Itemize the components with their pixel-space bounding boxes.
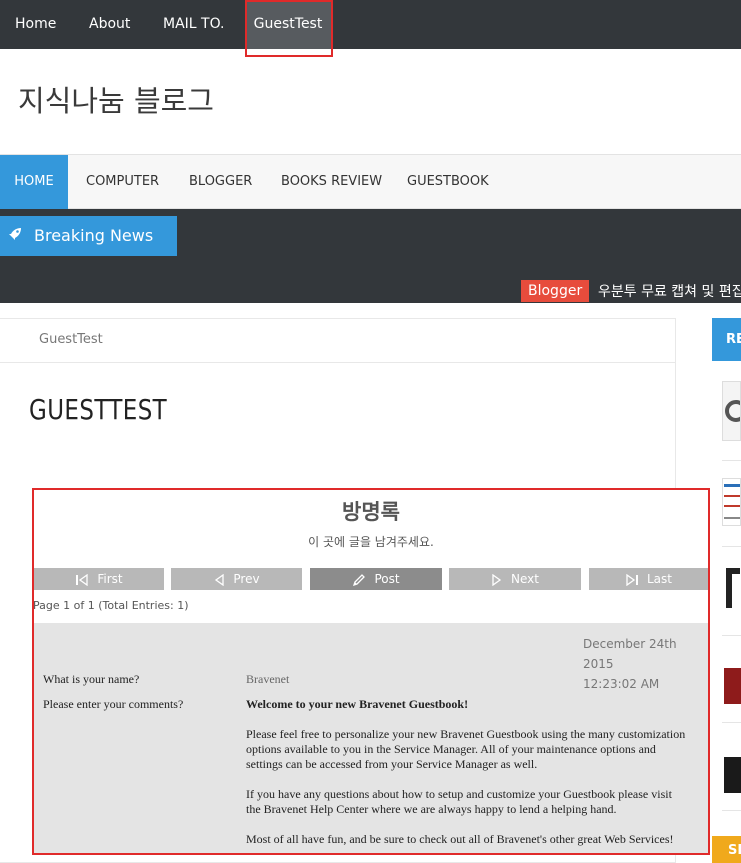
next-page-label: Next [511, 572, 539, 586]
post-entry-label: Post [374, 572, 400, 586]
mainnav-books-review[interactable]: BOOKS REVIEW [281, 155, 382, 210]
mainnav-computer[interactable]: COMPUTER [86, 155, 159, 210]
topnav-mailto[interactable]: MAIL TO. [163, 0, 225, 49]
prev-page-icon [215, 573, 225, 586]
pencil-icon [353, 573, 366, 586]
first-page-label: First [97, 572, 123, 586]
first-page-button[interactable]: First [34, 568, 164, 590]
name-field-label: What is your name? [43, 672, 140, 686]
guestbook-title: 방명록 [342, 500, 400, 524]
breadcrumb-current: GuestTest [39, 332, 103, 347]
prev-page-label: Prev [233, 572, 260, 586]
mainnav-blogger[interactable]: BLOGGER [189, 155, 252, 210]
thumb-decoration [726, 568, 740, 608]
prev-page-button[interactable]: Prev [171, 568, 302, 590]
comment-paragraph-3: Most of all have fun, and be sure to che… [246, 832, 674, 846]
thumb-decoration [724, 517, 740, 519]
sidebar-thumbnail[interactable] [722, 735, 741, 795]
post-entry-button[interactable]: Post [310, 568, 442, 590]
entry-date-text: December 24th 2015 [583, 637, 677, 671]
first-page-icon [76, 573, 89, 586]
topnav-about[interactable]: About [89, 0, 130, 49]
sidebar-thumbnail[interactable] [722, 478, 741, 526]
last-page-button[interactable]: Last [589, 568, 708, 590]
next-page-icon [492, 573, 502, 586]
last-page-label: Last [647, 572, 672, 586]
guestbook-frame: 방명록 이 곳에 글을 남겨주세요. First Prev Post Next … [32, 488, 710, 855]
page-info: Page 1 of 1 (Total Entries: 1) [33, 599, 189, 612]
thumb-decoration [724, 484, 740, 487]
guestbook-subtitle: 이 곳에 글을 남겨주세요. [308, 535, 434, 549]
comment-field-label: Please enter your comments? [43, 697, 184, 711]
main-navbar: HOME COMPUTER BLOGGER BOOKS REVIEW GUEST… [0, 154, 741, 210]
sidebar-tab-recent[interactable]: RE [712, 318, 741, 361]
sidebar-divider [722, 546, 741, 547]
highlight-box-topnav [245, 0, 333, 57]
sidebar-thumbnail[interactable] [722, 381, 741, 441]
sidebar-divider [722, 810, 741, 811]
page-title: GUESTTEST [29, 393, 168, 426]
topnav-home[interactable]: Home [15, 0, 56, 49]
thumb-decoration [724, 757, 741, 793]
sidebar-thumbnail[interactable] [722, 562, 741, 622]
last-page-icon [626, 573, 638, 586]
thumb-decoration [724, 505, 740, 507]
top-navbar: Home About MAIL TO. GuestTest [0, 0, 741, 49]
news-ticker-headline[interactable]: 우분투 무료 캡쳐 및 편집 [598, 281, 741, 301]
comment-paragraph-1: Please feel free to personalize your new… [246, 727, 686, 771]
circle-icon [725, 400, 740, 422]
news-category-tag[interactable]: Blogger [521, 280, 590, 302]
guestbook-entry: December 24th 2015 12:23:02 AM What is y… [34, 623, 708, 853]
sidebar-divider [722, 635, 741, 636]
next-page-button[interactable]: Next [449, 568, 581, 590]
sidebar-divider [722, 460, 741, 461]
sidebar-tab-bottom[interactable]: SP [712, 836, 741, 863]
thumb-decoration [724, 668, 741, 704]
rocket-icon [9, 228, 21, 240]
site-logo[interactable]: 지식나눔 블로그 [18, 78, 214, 120]
comment-paragraph-2: If you have any questions about how to s… [246, 787, 672, 816]
breaking-news-label: Breaking News [0, 216, 177, 256]
sidebar-divider [722, 722, 741, 723]
name-field-value: Bravenet [246, 672, 290, 686]
breaking-news-text: Breaking News [34, 226, 154, 245]
comment-heading: Welcome to your new Bravenet Guestbook! [246, 697, 469, 711]
breadcrumb: GuestTest [0, 318, 676, 363]
sidebar-thumbnail[interactable] [722, 648, 741, 706]
mainnav-home[interactable]: HOME [0, 155, 68, 210]
mainnav-guestbook[interactable]: GUESTBOOK [407, 155, 489, 210]
thumb-decoration [724, 495, 740, 497]
